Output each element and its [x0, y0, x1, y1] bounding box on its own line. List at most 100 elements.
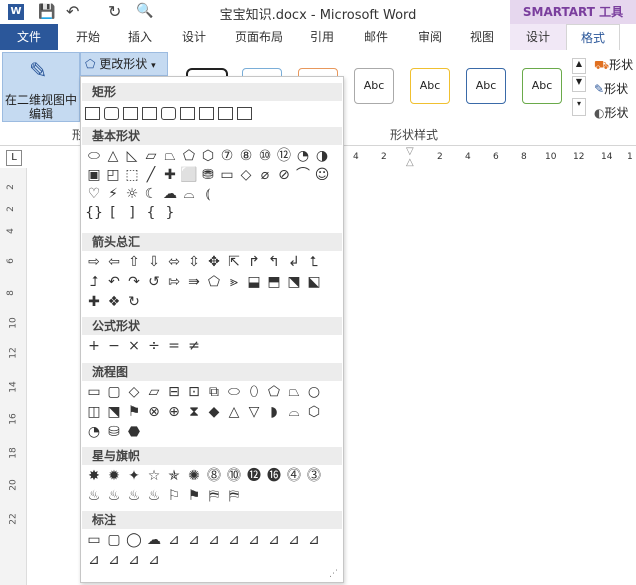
arrow-shape-icon[interactable]: ↲	[285, 255, 303, 270]
basic-shape-icon[interactable]: ⌓	[180, 187, 198, 202]
basic-shape-icon[interactable]: ╱	[142, 168, 160, 183]
basic-shape-icon[interactable]: ✚	[161, 168, 179, 183]
arrow-shape-icon[interactable]: ⪢	[225, 275, 243, 290]
star-banner-shape-icon[interactable]: ☆	[145, 469, 163, 484]
shape-outline-button[interactable]: ✎形状	[594, 80, 628, 97]
callout-shape-icon[interactable]: ⊿	[285, 533, 303, 548]
rectangle-shape-icon[interactable]	[142, 107, 157, 120]
flowchart-shape-icon[interactable]: ◔	[85, 425, 103, 440]
star-banner-shape-icon[interactable]: ⓰	[265, 469, 283, 484]
flowchart-shape-icon[interactable]: ⬔	[105, 405, 123, 420]
flowchart-shape-icon[interactable]: △	[225, 405, 243, 420]
gallery-more-icon[interactable]: ▾	[572, 98, 586, 116]
tab-references[interactable]: 引用	[300, 24, 344, 50]
basic-shape-icon[interactable]: ⛃	[199, 168, 217, 183]
arrow-shape-icon[interactable]: ✚	[85, 295, 103, 310]
formula-shape-icon[interactable]: =	[165, 339, 183, 354]
callout-shape-icon[interactable]: ⊿	[125, 553, 143, 568]
callout-shape-icon[interactable]: ⊿	[205, 533, 223, 548]
resize-grip-icon[interactable]: ⋰	[329, 569, 338, 579]
basic-shape-icon[interactable]: ⚡	[104, 187, 122, 202]
flowchart-shape-icon[interactable]: ⊗	[145, 405, 163, 420]
basic-shape-icon[interactable]: ▣	[85, 168, 103, 183]
tab-view[interactable]: 视图	[460, 24, 504, 50]
arrow-shape-icon[interactable]: ⇧	[125, 255, 143, 270]
tab-smartart-design[interactable]: 设计	[510, 24, 566, 50]
basic-shape-icon[interactable]: ⑫	[275, 149, 293, 164]
basic-shape-icon[interactable]: ⦅	[199, 187, 217, 202]
flowchart-shape-icon[interactable]: ◇	[125, 385, 143, 400]
tab-stop-selector[interactable]: L	[6, 150, 22, 166]
star-banner-shape-icon[interactable]: ✯	[165, 469, 183, 484]
star-banner-shape-icon[interactable]: ♨	[145, 489, 163, 504]
arrow-shape-icon[interactable]: ⬓	[245, 275, 263, 290]
callout-shape-icon[interactable]: ⊿	[165, 533, 183, 548]
basic-shape-icon[interactable]: ⬭	[85, 149, 103, 164]
basic-shape-icon[interactable]: ☺	[313, 168, 331, 183]
edit-in-2d-button[interactable]: ✎ 在二维视图中编辑	[2, 52, 80, 122]
tab-format[interactable]: 格式	[566, 24, 620, 52]
star-banner-shape-icon[interactable]: ⚐	[165, 489, 183, 504]
flowchart-shape-icon[interactable]: ⚑	[125, 405, 143, 420]
arrow-shape-icon[interactable]: ↷	[125, 275, 143, 290]
bracket-shape-icon[interactable]: ]	[123, 206, 141, 221]
star-banner-shape-icon[interactable]: ♨	[105, 489, 123, 504]
star-banner-shape-icon[interactable]: ♨	[85, 489, 103, 504]
shape-effects-button[interactable]: ◐形状	[594, 104, 629, 121]
flowchart-shape-icon[interactable]: ◆	[205, 405, 223, 420]
rectangle-shape-icon[interactable]	[104, 107, 119, 120]
style-preview-gray[interactable]: Abc	[354, 68, 394, 104]
arrow-shape-icon[interactable]: ❖	[105, 295, 123, 310]
style-preview-navy[interactable]: Abc	[466, 68, 506, 104]
tab-file[interactable]: 文件	[0, 24, 58, 50]
tab-page-layout[interactable]: 页面布局	[226, 24, 292, 50]
flowchart-shape-icon[interactable]: ⊡	[185, 385, 203, 400]
arrow-shape-icon[interactable]: ↱	[245, 255, 263, 270]
flowchart-shape-icon[interactable]: ⊟	[165, 385, 183, 400]
flowchart-shape-icon[interactable]: ⬡	[305, 405, 323, 420]
arrow-shape-icon[interactable]: ✥	[205, 255, 223, 270]
basic-shape-icon[interactable]: ⬠	[180, 149, 198, 164]
basic-shape-icon[interactable]: ◺	[123, 149, 141, 164]
rectangle-shape-icon[interactable]	[218, 107, 233, 120]
callout-shape-icon[interactable]: ▢	[105, 533, 123, 548]
bracket-shape-icon[interactable]: [	[104, 206, 122, 221]
basic-shape-icon[interactable]: ⊘	[275, 168, 293, 183]
callout-shape-icon[interactable]: ⊿	[265, 533, 283, 548]
flowchart-shape-icon[interactable]: ▽	[245, 405, 263, 420]
formula-shape-icon[interactable]: ÷	[145, 339, 163, 354]
arrow-shape-icon[interactable]: ⇛	[185, 275, 203, 290]
basic-shape-icon[interactable]: ⑧	[237, 149, 255, 164]
basic-shape-icon[interactable]: ◰	[104, 168, 122, 183]
basic-shape-icon[interactable]: ⌀	[256, 168, 274, 183]
callout-shape-icon[interactable]: ⊿	[305, 533, 323, 548]
arrow-shape-icon[interactable]: ↻	[125, 295, 143, 310]
flowchart-shape-icon[interactable]: ⛁	[105, 425, 123, 440]
bracket-shape-icon[interactable]: {	[142, 206, 160, 221]
basic-shape-icon[interactable]: △	[104, 149, 122, 164]
flowchart-shape-icon[interactable]: ⧗	[185, 405, 203, 420]
star-banner-shape-icon[interactable]: ⛿	[205, 489, 223, 504]
basic-shape-icon[interactable]: ⌒	[294, 168, 312, 183]
callout-shape-icon[interactable]: ⊿	[105, 553, 123, 568]
basic-shape-icon[interactable]: ▭	[218, 168, 236, 183]
rectangle-shape-icon[interactable]	[237, 107, 252, 120]
flowchart-shape-icon[interactable]: ◗	[265, 405, 283, 420]
rectangle-shape-icon[interactable]	[180, 107, 195, 120]
tab-mailings[interactable]: 邮件	[354, 24, 398, 50]
callout-shape-icon[interactable]: ⊿	[145, 553, 163, 568]
arrow-shape-icon[interactable]: ⬠	[205, 275, 223, 290]
style-preview-green[interactable]: Abc	[522, 68, 562, 104]
arrow-shape-icon[interactable]: ⬄	[165, 255, 183, 270]
star-banner-shape-icon[interactable]: ✹	[105, 469, 123, 484]
style-preview-gold[interactable]: Abc	[410, 68, 450, 104]
callout-shape-icon[interactable]: ⊿	[185, 533, 203, 548]
flowchart-shape-icon[interactable]: ⬯	[245, 385, 263, 400]
arrow-shape-icon[interactable]: ⇦	[105, 255, 123, 270]
rectangle-shape-icon[interactable]	[199, 107, 214, 120]
arrow-shape-icon[interactable]: ⇰	[165, 275, 183, 290]
flowchart-shape-icon[interactable]: ⬣	[125, 425, 143, 440]
bracket-shape-icon[interactable]: {}	[85, 206, 103, 221]
arrow-shape-icon[interactable]: ⮤	[305, 255, 323, 270]
basic-shape-icon[interactable]: ☁	[161, 187, 179, 202]
